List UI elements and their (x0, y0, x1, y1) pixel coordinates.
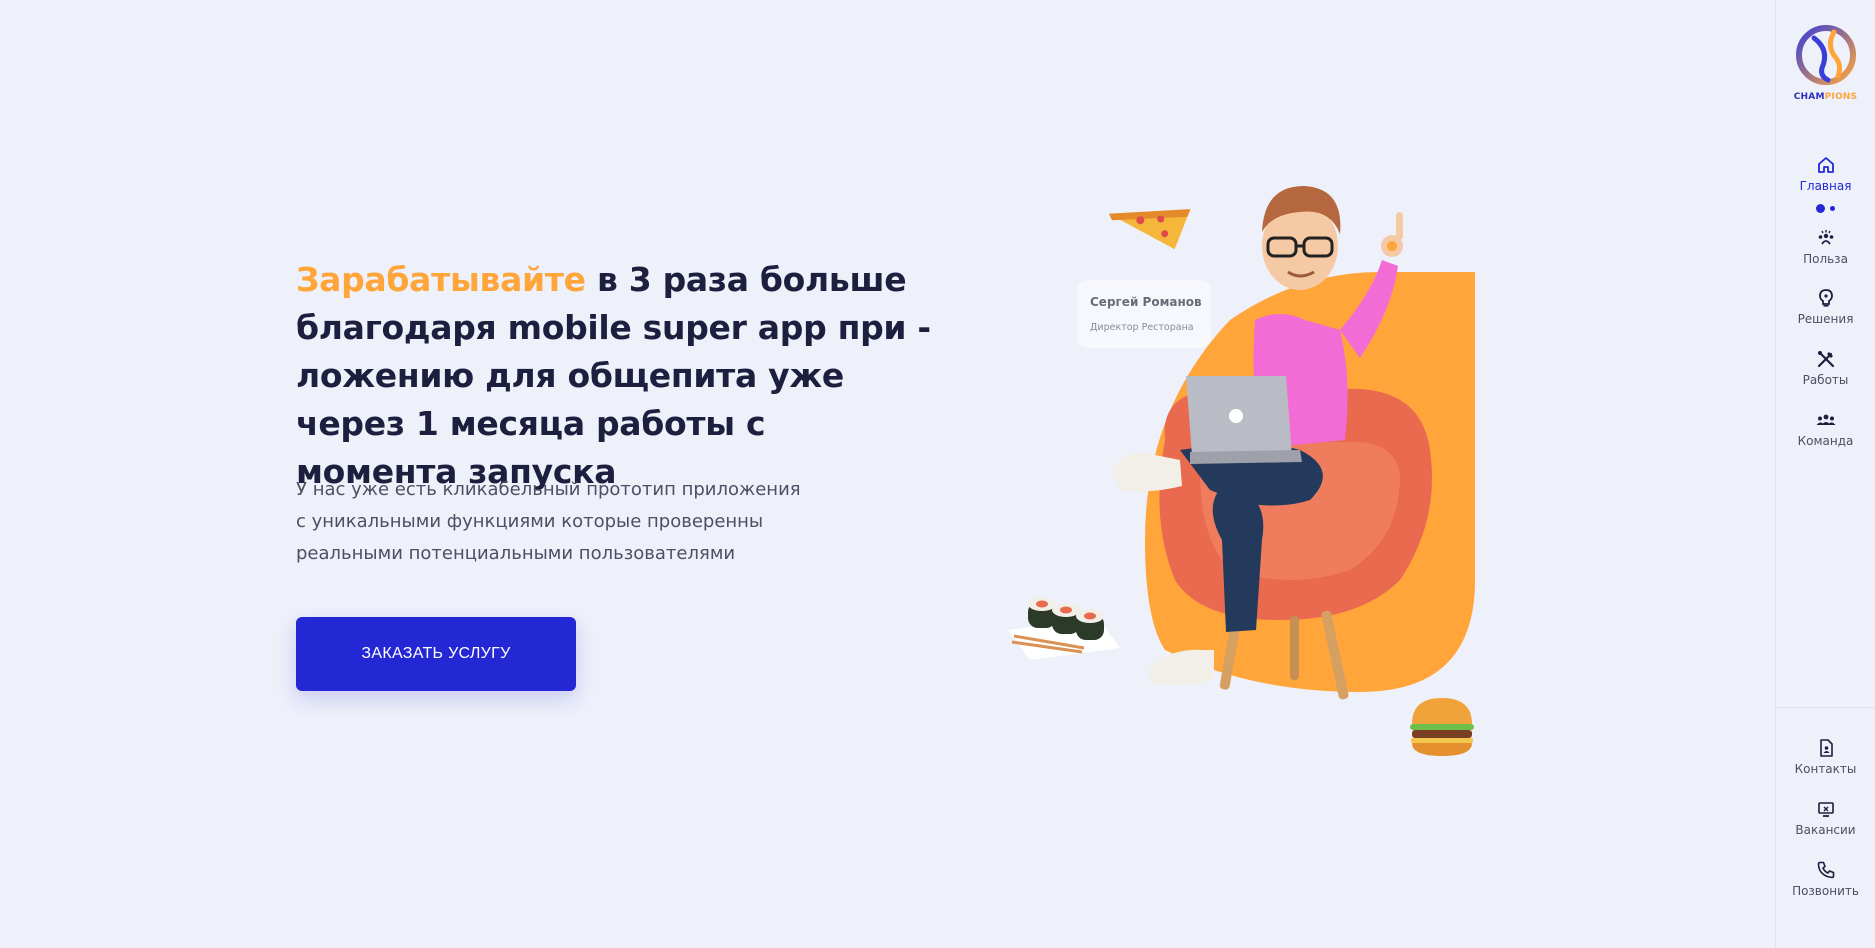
sidebar-item-contacts[interactable]: Контакты (1776, 738, 1875, 788)
sidebar-item-label: Позвонить (1792, 884, 1859, 898)
sidebar-item-works[interactable]: Работы (1776, 349, 1875, 399)
lightbulb-icon (1816, 288, 1836, 308)
sidebar-item-label: Контакты (1794, 762, 1857, 776)
sidebar-item-label: Команда (1797, 434, 1854, 448)
sidebar-item-team[interactable]: Команда (1776, 410, 1875, 460)
sidebar-item-solutions[interactable]: Решения (1776, 288, 1875, 338)
team-icon (1816, 410, 1836, 430)
sidebar-item-home[interactable]: Главная (1776, 155, 1875, 205)
sidebar-divider (1776, 707, 1875, 708)
vacancy-icon (1816, 799, 1836, 819)
sidebar-item-call[interactable]: Позвонить (1776, 860, 1875, 910)
indicator-dot-active (1816, 204, 1825, 214)
hero-title: Зарабатывайте в 3 раза больше благодаря … (296, 256, 936, 496)
right-sidebar: CHAMPIONS Главная Польза Решения Работы … (1775, 0, 1875, 948)
sidebar-item-label: Главная (1799, 179, 1852, 193)
sidebar-item-vacancies[interactable]: Вакансии (1776, 799, 1875, 849)
logo-emblem-icon (1795, 25, 1856, 85)
logo-text: CHAMPIONS (1793, 92, 1858, 102)
person-card: Сергей Романов Директор Ресторана (1077, 280, 1211, 348)
section-indicator (1776, 200, 1875, 214)
hero-title-accent: Зарабатывайте (296, 260, 586, 299)
landing-page: Зарабатывайте в 3 раза больше благодаря … (0, 0, 1875, 948)
person-role: Директор Ресторана (1090, 322, 1194, 333)
home-icon (1816, 155, 1836, 175)
sidebar-item-label: Вакансии (1795, 823, 1856, 837)
phone-icon (1816, 860, 1836, 880)
hero-description: У нас уже есть кликабельный прототип при… (296, 479, 801, 564)
benefit-icon (1816, 228, 1836, 248)
sidebar-item-benefit[interactable]: Польза (1776, 228, 1875, 278)
indicator-dot (1830, 206, 1835, 212)
sidebar-item-label: Работы (1802, 373, 1849, 387)
contact-card-icon (1816, 738, 1836, 758)
person-name: Сергей Романов (1090, 295, 1202, 309)
hero-illustration (1000, 180, 1520, 770)
order-service-button[interactable]: ЗАКАЗАТЬ УСЛУГУ (296, 617, 576, 691)
tools-icon (1816, 349, 1836, 369)
champions-logo[interactable]: CHAMPIONS (1776, 24, 1875, 116)
sidebar-item-label: Польза (1803, 252, 1848, 266)
sidebar-item-label: Решения (1797, 312, 1854, 326)
